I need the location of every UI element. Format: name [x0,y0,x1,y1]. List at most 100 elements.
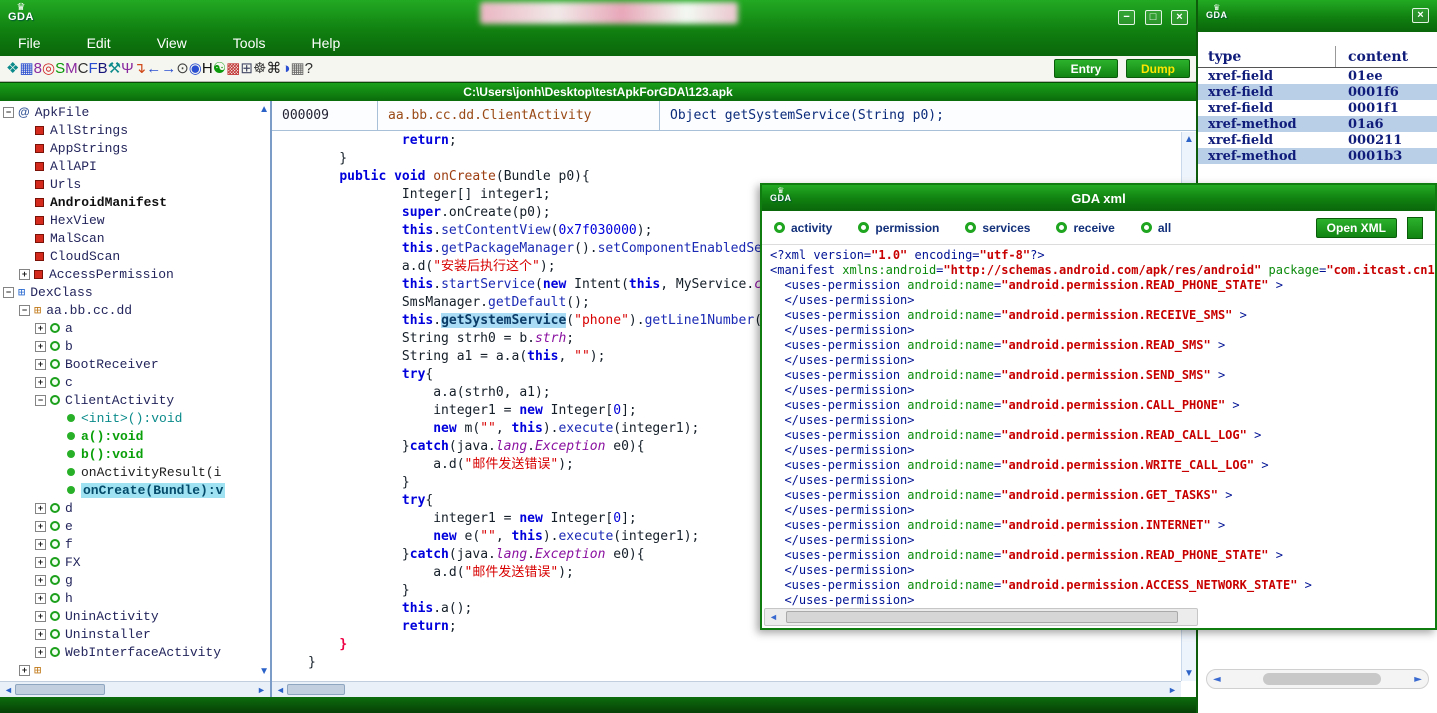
hex-icon[interactable]: 8 [34,60,42,77]
menu-item-view[interactable]: View [157,35,187,51]
tree-item[interactable]: +⊞ [0,661,256,679]
collapse-icon[interactable]: − [3,287,14,298]
syntax-color-icon[interactable]: ☯ [213,60,226,77]
expand-icon[interactable]: + [35,593,46,604]
tree-item[interactable]: +UninActivity [0,607,256,625]
forward-icon[interactable]: → [161,60,176,77]
expand-icon[interactable]: + [19,665,30,676]
xref-bottom-scrollbar[interactable]: ◄ ► [1206,669,1429,689]
tree-scroll-up-icon[interactable]: ▲ [259,104,269,115]
entry-button[interactable]: Entry [1054,59,1118,78]
scroll-left-icon[interactable]: ◄ [1213,674,1221,685]
layout-icon[interactable]: ⊞ [240,60,253,77]
xref-row[interactable]: xref-field000211 [1198,132,1437,148]
scroll-down-icon[interactable]: ▼ [1184,668,1194,679]
tree-item[interactable]: onActivityResult(i [0,463,256,481]
dump-button[interactable]: Dump [1126,59,1190,78]
expand-icon[interactable]: + [35,503,46,514]
open-xml-button[interactable]: Open XML [1316,218,1397,238]
hex-editor-icon[interactable]: H [202,60,213,77]
code-hscrollbar[interactable]: ◄ ► [272,681,1181,697]
grid-icon[interactable]: ▦ [290,60,304,77]
methods-icon[interactable]: M [65,60,78,77]
tree-item[interactable]: +Uninstaller [0,625,256,643]
expand-icon[interactable]: + [35,377,46,388]
xref-close-button[interactable]: × [1412,8,1429,23]
stack-icon[interactable]: Ψ [121,60,134,77]
scroll-up-icon[interactable]: ▲ [1184,134,1194,145]
close-button[interactable]: × [1171,10,1188,25]
tree-item[interactable]: +b [0,337,256,355]
tree-item[interactable]: b():void [0,445,256,463]
expand-icon[interactable]: + [19,269,30,280]
filter-activity[interactable]: activity [774,221,832,235]
tree-item[interactable]: AppStrings [0,139,256,157]
expand-icon[interactable]: + [35,647,46,658]
entrypoint-icon[interactable]: ◎ [42,60,55,77]
code-hscroll-thumb[interactable] [287,684,345,695]
collapse-icon[interactable]: − [3,107,14,118]
tree-item[interactable]: +h [0,589,256,607]
device-icon[interactable]: ☸ [253,60,266,77]
patch-icon[interactable]: ⚒ [108,60,121,77]
expand-icon[interactable]: + [35,521,46,532]
tree-item[interactable]: onCreate(Bundle):v [0,481,256,499]
shortcut-icon[interactable]: ⌘ [266,60,281,77]
strings-icon[interactable]: S [55,60,65,77]
search-icon[interactable]: ◉ [189,60,202,77]
expand-icon[interactable]: + [35,575,46,586]
bytecode-icon[interactable]: B [98,60,108,77]
tree-item[interactable]: +e [0,517,256,535]
collapse-icon[interactable]: − [35,395,46,406]
tree-item[interactable]: a():void [0,427,256,445]
help-icon[interactable]: ? [305,60,313,77]
titlebar[interactable]: ♛ GDA − □ × [0,0,1196,30]
expand-icon[interactable]: + [35,611,46,622]
xml-hscrollbar[interactable]: ◄ [764,608,1198,626]
scroll-right-icon[interactable]: ► [1166,685,1179,695]
filter-receive[interactable]: receive [1056,221,1114,235]
tree-item[interactable]: +d [0,499,256,517]
tree-item[interactable]: <init>():void [0,409,256,427]
apk-icon[interactable]: ❖ [6,60,19,77]
fields-icon[interactable]: F [88,60,97,77]
manifest-xml-view[interactable]: <?xml version="1.0" encoding="utf-8"?><m… [762,245,1435,608]
collapse-icon[interactable]: − [19,305,30,316]
color-grid-icon[interactable]: ▩ [226,60,240,77]
xref-titlebar[interactable]: ♛ GDA × [1198,0,1437,32]
filter-permission[interactable]: permission [858,221,939,235]
filter-services[interactable]: services [965,221,1030,235]
expand-icon[interactable]: + [35,341,46,352]
tree-item[interactable]: +g [0,571,256,589]
tree-item[interactable]: +c [0,373,256,391]
radio-icon[interactable] [1056,222,1067,233]
filter-all[interactable]: all [1141,221,1171,235]
xref-scroll-thumb[interactable] [1263,673,1381,685]
scroll-left-icon[interactable]: ◄ [2,685,15,695]
restore-button[interactable]: □ [1145,10,1162,25]
xref-row[interactable]: xref-field0001f1 [1198,100,1437,116]
menu-item-tools[interactable]: Tools [233,35,266,51]
tree-item[interactable]: AllAPI [0,157,256,175]
expand-icon[interactable]: + [35,539,46,550]
menu-item-file[interactable]: File [18,35,41,51]
radio-icon[interactable] [1141,222,1152,233]
expand-icon[interactable]: + [35,629,46,640]
back-icon[interactable]: ← [146,60,161,77]
tree-item[interactable]: AndroidManifest [0,193,256,211]
expand-icon[interactable]: + [35,323,46,334]
menu-item-edit[interactable]: Edit [87,35,111,51]
xref-row[interactable]: xref-field01ee [1198,68,1437,84]
xml-titlebar[interactable]: ♛ GDA GDA xml [762,185,1435,211]
tree-item[interactable]: +f [0,535,256,553]
tree-item[interactable]: CloudScan [0,247,256,265]
scroll-right-icon[interactable]: ► [1414,674,1422,685]
expand-icon[interactable]: + [35,557,46,568]
tree-item[interactable]: +AccessPermission [0,265,256,283]
tree-item[interactable]: +a [0,319,256,337]
scroll-left-icon[interactable]: ◄ [274,685,287,695]
xref-row[interactable]: xref-field0001f6 [1198,84,1437,100]
expand-icon[interactable]: + [35,359,46,370]
tree-item[interactable]: +WebInterfaceActivity [0,643,256,661]
tree-item[interactable]: +FX [0,553,256,571]
